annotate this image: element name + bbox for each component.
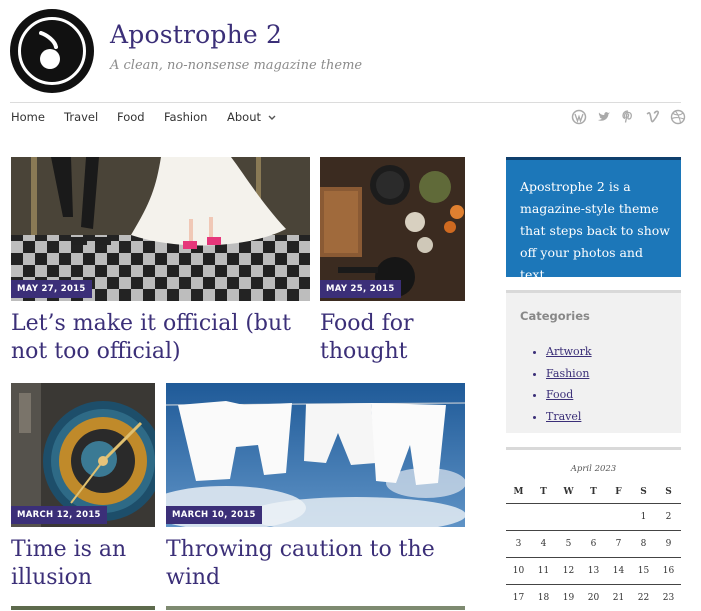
calendar-day: 19 xyxy=(556,585,581,611)
calendar-table: M T W T F S S 1 2 3 4 5 6 7 8 9 1 xyxy=(506,481,681,611)
calendar-day-header: T xyxy=(531,481,556,504)
calendar-day: 10 xyxy=(506,558,531,585)
header-divider xyxy=(10,102,681,103)
calendar-day: 4 xyxy=(531,531,556,558)
wordpress-icon[interactable] xyxy=(571,109,587,125)
calendar-day xyxy=(531,504,556,531)
calendar-day: 9 xyxy=(656,531,681,558)
calendar-day: 11 xyxy=(531,558,556,585)
calendar-week-row: 1 2 xyxy=(506,504,681,531)
calendar-day: 2 xyxy=(656,504,681,531)
calendar-day: 18 xyxy=(531,585,556,611)
list-item: Artwork xyxy=(546,341,592,363)
post-title-link[interactable]: Food for thought xyxy=(320,310,470,366)
calendar-day: 20 xyxy=(581,585,606,611)
promo-text: Apostrophe 2 is a magazine-style theme t… xyxy=(520,176,670,286)
category-link-travel[interactable]: Travel xyxy=(546,410,581,423)
post-title-link[interactable]: Time is an illusion xyxy=(11,536,161,592)
calendar-day xyxy=(556,504,581,531)
calendar-day-header: T xyxy=(581,481,606,504)
pinterest-icon[interactable] xyxy=(620,109,636,125)
chevron-down-icon xyxy=(268,115,276,121)
post-title-line: not too official) xyxy=(11,338,306,366)
list-item: Food xyxy=(546,384,592,406)
nav-item-food[interactable]: Food xyxy=(117,110,145,124)
apostrophe-logo-icon xyxy=(37,31,67,75)
post-title-line: illusion xyxy=(11,564,161,592)
post-title-link[interactable]: Throwing caution to the wind xyxy=(166,536,466,592)
nav-item-travel[interactable]: Travel xyxy=(64,110,98,124)
post-title-line: Time is an xyxy=(11,536,161,564)
site-title[interactable]: Apostrophe 2 xyxy=(110,20,282,49)
calendar-day: 1 xyxy=(631,504,656,531)
calendar-day: 14 xyxy=(606,558,631,585)
calendar-day xyxy=(581,504,606,531)
calendar-day xyxy=(506,504,531,531)
calendar-day: 3 xyxy=(506,531,531,558)
site-logo[interactable] xyxy=(10,9,94,93)
list-item: Travel xyxy=(546,406,592,428)
post-title-line: Let’s make it official (but xyxy=(11,310,306,338)
calendar-day: 22 xyxy=(631,585,656,611)
post-date-badge: MARCH 12, 2015 xyxy=(11,506,107,524)
site-tagline: A clean, no-nonsense magazine theme xyxy=(110,58,362,73)
calendar-day: 21 xyxy=(606,585,631,611)
post-date-badge: MAY 25, 2015 xyxy=(320,280,401,298)
calendar-day: 16 xyxy=(656,558,681,585)
calendar-day xyxy=(606,504,631,531)
post-date-badge: MAY 27, 2015 xyxy=(11,280,92,298)
post-title-line: wind xyxy=(166,564,466,592)
categories-list: Artwork Fashion Food Travel xyxy=(520,341,592,427)
calendar-day: 8 xyxy=(631,531,656,558)
calendar-day-header: S xyxy=(631,481,656,504)
calendar-week-row: 17 18 19 20 21 22 23 xyxy=(506,585,681,611)
sidebar-promo-widget: Apostrophe 2 is a magazine-style theme t… xyxy=(506,157,681,277)
post-title-link[interactable]: Let’s make it official (but not too offi… xyxy=(11,310,306,366)
calendar-day: 15 xyxy=(631,558,656,585)
calendar-week-row: 3 4 5 6 7 8 9 xyxy=(506,531,681,558)
calendar-week-row: 10 11 12 13 14 15 16 xyxy=(506,558,681,585)
list-item: Fashion xyxy=(546,363,592,385)
calendar-day-header: S xyxy=(656,481,681,504)
calendar-day: 23 xyxy=(656,585,681,611)
post-title-line: Food for xyxy=(320,310,470,338)
next-post-thumbnail-edge xyxy=(11,606,155,610)
nav-item-home[interactable]: Home xyxy=(11,110,45,124)
calendar-day-header: M xyxy=(506,481,531,504)
vimeo-icon[interactable] xyxy=(645,109,661,125)
calendar-day-header: W xyxy=(556,481,581,504)
categories-heading: Categories xyxy=(520,309,590,323)
post-date-badge: MARCH 10, 2015 xyxy=(166,506,262,524)
calendar-day: 17 xyxy=(506,585,531,611)
category-link-fashion[interactable]: Fashion xyxy=(546,367,589,380)
calendar-widget-top-border xyxy=(506,447,681,450)
calendar-day: 7 xyxy=(606,531,631,558)
post-title-line: Throwing caution to the xyxy=(166,536,466,564)
nav-item-fashion[interactable]: Fashion xyxy=(164,110,207,124)
calendar-day: 6 xyxy=(581,531,606,558)
next-post-thumbnail-edge xyxy=(166,606,465,610)
nav-item-about[interactable]: About xyxy=(227,110,276,124)
categories-widget: Categories Artwork Fashion Food Travel xyxy=(506,290,681,433)
post-title-line: thought xyxy=(320,338,470,366)
calendar-day: 12 xyxy=(556,558,581,585)
dribbble-icon[interactable] xyxy=(670,109,686,125)
calendar-day: 13 xyxy=(581,558,606,585)
calendar-caption: April 2023 xyxy=(506,464,681,474)
calendar-day-header: F xyxy=(606,481,631,504)
twitter-icon[interactable] xyxy=(596,109,612,125)
nav-item-about-label: About xyxy=(227,110,261,124)
calendar-day: 5 xyxy=(556,531,581,558)
category-link-artwork[interactable]: Artwork xyxy=(546,345,592,358)
category-link-food[interactable]: Food xyxy=(546,388,573,401)
